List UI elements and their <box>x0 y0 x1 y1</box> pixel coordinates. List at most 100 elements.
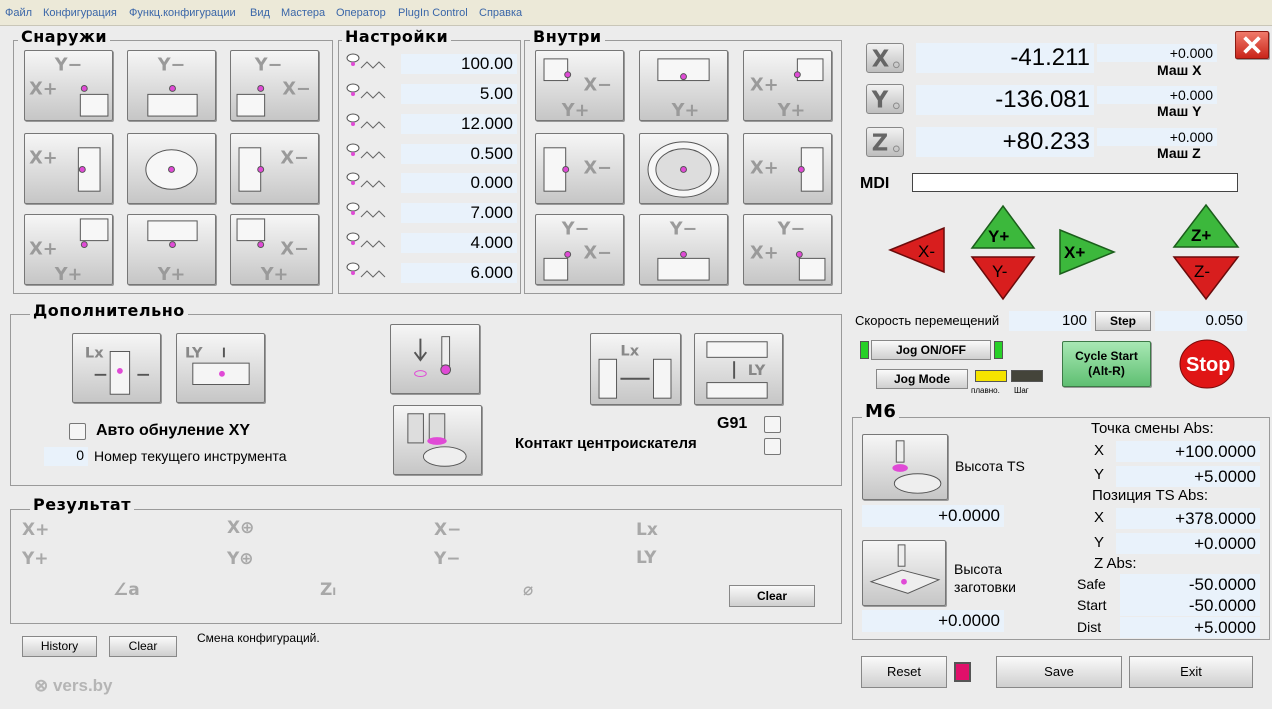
svg-text:X: X <box>872 47 890 73</box>
menu-operator[interactable]: Оператор <box>336 7 386 19</box>
start-field[interactable]: -50.0000 <box>1120 595 1260 616</box>
outside-xminus-yplus-button[interactable]: X− Y+ <box>230 214 319 285</box>
inside-yminus-button[interactable]: Y− <box>639 214 728 285</box>
setting-field-3[interactable]: 12.000 <box>401 114 517 134</box>
inside-center-button[interactable] <box>639 133 728 204</box>
menu-config[interactable]: Конфигурация <box>43 7 117 19</box>
logo-icon: ⊗ <box>34 676 53 695</box>
inside-xminus-yminus-button[interactable]: Y− X− <box>535 214 624 285</box>
tool-change-button[interactable] <box>393 405 482 475</box>
result-lx-icon: Lx <box>636 520 658 540</box>
ts-y-label: Y <box>1094 534 1105 551</box>
ts-y-field[interactable]: +0.0000 <box>1116 533 1260 554</box>
outside-xminus-button[interactable]: X− <box>230 133 319 204</box>
result-title: Результат <box>30 495 134 514</box>
machine-x: +0.000 <box>1097 44 1217 62</box>
jog-onoff-button[interactable]: Jog ON/OFF <box>871 340 991 360</box>
reset-button[interactable]: Reset <box>861 656 947 688</box>
workpiece-height-button[interactable] <box>862 540 946 606</box>
exit-button[interactable]: Exit <box>1129 656 1253 688</box>
lx-measure-button[interactable]: Lx <box>72 333 161 403</box>
dro-x[interactable]: -41.211 <box>916 43 1094 73</box>
ts-height-button[interactable] <box>862 434 948 500</box>
svg-text:Y−: Y− <box>561 220 590 240</box>
step-button[interactable]: Step <box>1095 311 1151 331</box>
jog-yminus-button[interactable]: Y- <box>970 255 1036 301</box>
ts-height-value[interactable]: +0.0000 <box>862 505 1004 527</box>
inside-xplus-yminus-button[interactable]: Y− X+ <box>743 214 832 285</box>
jog-zplus-button[interactable]: Z+ <box>1172 203 1240 249</box>
outside-yminus-icon: Y− <box>147 56 198 117</box>
jog-zminus-label: Z- <box>1194 262 1210 281</box>
history-button[interactable]: History <box>22 636 97 657</box>
outside-xminus-yminus-button[interactable]: Y− X− <box>230 50 319 121</box>
outside-yminus-button[interactable]: Y− <box>127 50 216 121</box>
start-label: Start <box>1077 597 1107 613</box>
setting-field-6[interactable]: 7.000 <box>401 203 517 223</box>
mdi-input[interactable] <box>912 173 1238 192</box>
ly-measure-button[interactable]: LY <box>176 333 265 403</box>
auto-zero-checkbox[interactable] <box>69 423 86 440</box>
dro-y[interactable]: -136.081 <box>916 85 1094 115</box>
dist-field[interactable]: +5.0000 <box>1120 617 1260 638</box>
result-angle-icon: ∠a <box>113 580 140 600</box>
setting-field-2[interactable]: 5.00 <box>401 84 517 104</box>
step-field[interactable]: 0.050 <box>1155 311 1247 331</box>
inside-xplus-button[interactable]: X+ <box>743 133 832 204</box>
outside-xplus-yplus-button[interactable]: X+ Y+ <box>24 214 113 285</box>
x-axis-button[interactable]: X <box>866 43 904 73</box>
probe-depth-icon <box>343 199 395 225</box>
speed-field[interactable]: 100 <box>1009 311 1091 331</box>
result-yminus-icon: Y− <box>434 549 461 569</box>
setting-field-7[interactable]: 4.000 <box>401 233 517 253</box>
save-button[interactable]: Save <box>996 656 1122 688</box>
clear-button[interactable]: Clear <box>109 636 177 657</box>
tool-number-field[interactable]: 0 <box>44 447 88 466</box>
inside-xplus-yplus-button[interactable]: X+ Y+ <box>743 50 832 121</box>
lx-inside-button[interactable]: Lx <box>590 333 681 405</box>
stop-button[interactable]: Stop <box>1178 338 1236 390</box>
jog-xminus-label: X- <box>918 242 935 261</box>
menu-func-config[interactable]: Функц.конфигурации <box>129 7 236 19</box>
outside-xplus-button[interactable]: X+ <box>24 133 113 204</box>
safe-field[interactable]: -50.0000 <box>1120 574 1260 595</box>
cycle-start-button[interactable]: Cycle Start (Alt-R) <box>1062 341 1151 387</box>
menu-help[interactable]: Справка <box>479 7 522 19</box>
y-axis-button[interactable]: Y <box>866 84 904 114</box>
outside-center-button[interactable] <box>127 133 216 204</box>
menu-file[interactable]: Файл <box>5 7 32 19</box>
svg-text:Y+: Y+ <box>671 101 700 120</box>
jog-xminus-button[interactable]: X- <box>886 222 948 278</box>
workpiece-height-value[interactable]: +0.0000 <box>862 610 1004 632</box>
ly-inside-button[interactable]: LY <box>694 333 783 405</box>
g91-checkbox[interactable] <box>764 416 781 433</box>
jog-zminus-button[interactable]: Z- <box>1172 255 1240 301</box>
outside-xplus-yminus-button[interactable]: Y− X+ <box>24 50 113 121</box>
z-axis-button[interactable]: Z <box>866 127 904 157</box>
contact-checkbox[interactable] <box>764 438 781 455</box>
inside-yplus-button[interactable]: Y+ <box>639 50 728 121</box>
outside-xplus-icon: X+ <box>29 147 101 192</box>
z-probe-button[interactable] <box>390 324 480 394</box>
dro-z[interactable]: +80.233 <box>916 127 1094 157</box>
setting-field-8[interactable]: 6.000 <box>401 263 517 283</box>
inside-xminus-yplus-button[interactable]: X− Y+ <box>535 50 624 121</box>
menu-wizards[interactable]: Мастера <box>281 7 325 19</box>
result-clear-button[interactable]: Clear <box>729 585 815 607</box>
setting-field-1[interactable]: 100.00 <box>401 54 517 74</box>
setting-field-5[interactable]: 0.000 <box>401 173 517 193</box>
jog-yplus-button[interactable]: Y+ <box>970 204 1036 250</box>
jog-mode-button[interactable]: Jog Mode <box>876 369 968 389</box>
jog-xplus-button[interactable]: X+ <box>1056 226 1118 278</box>
setting-field-4[interactable]: 0.500 <box>401 144 517 164</box>
menu-plugin[interactable]: PlugIn Control <box>398 7 468 19</box>
change-x-field[interactable]: +100.0000 <box>1116 441 1260 462</box>
ts-x-label: X <box>1094 509 1105 526</box>
menu-view[interactable]: Вид <box>250 7 270 19</box>
change-y-field[interactable]: +5.0000 <box>1116 466 1260 487</box>
close-button[interactable] <box>1235 31 1269 59</box>
outside-yplus-icon: Y+ <box>147 220 198 284</box>
ts-x-field[interactable]: +378.0000 <box>1116 508 1260 529</box>
outside-yplus-button[interactable]: Y+ <box>127 214 216 285</box>
inside-xminus-button[interactable]: X− <box>535 133 624 204</box>
